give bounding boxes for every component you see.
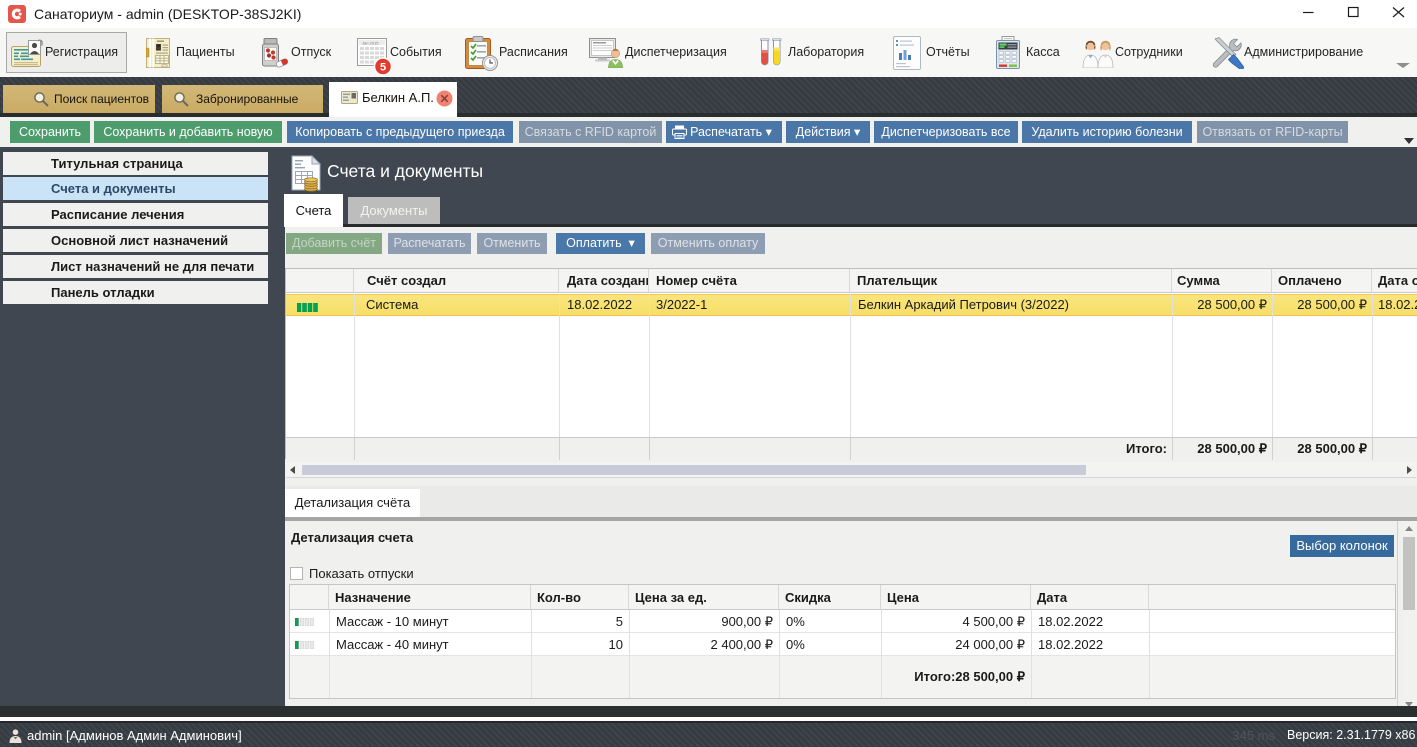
svg-text:5: 5	[380, 62, 386, 74]
svg-text:Jan 2015: Jan 2015	[362, 41, 379, 46]
